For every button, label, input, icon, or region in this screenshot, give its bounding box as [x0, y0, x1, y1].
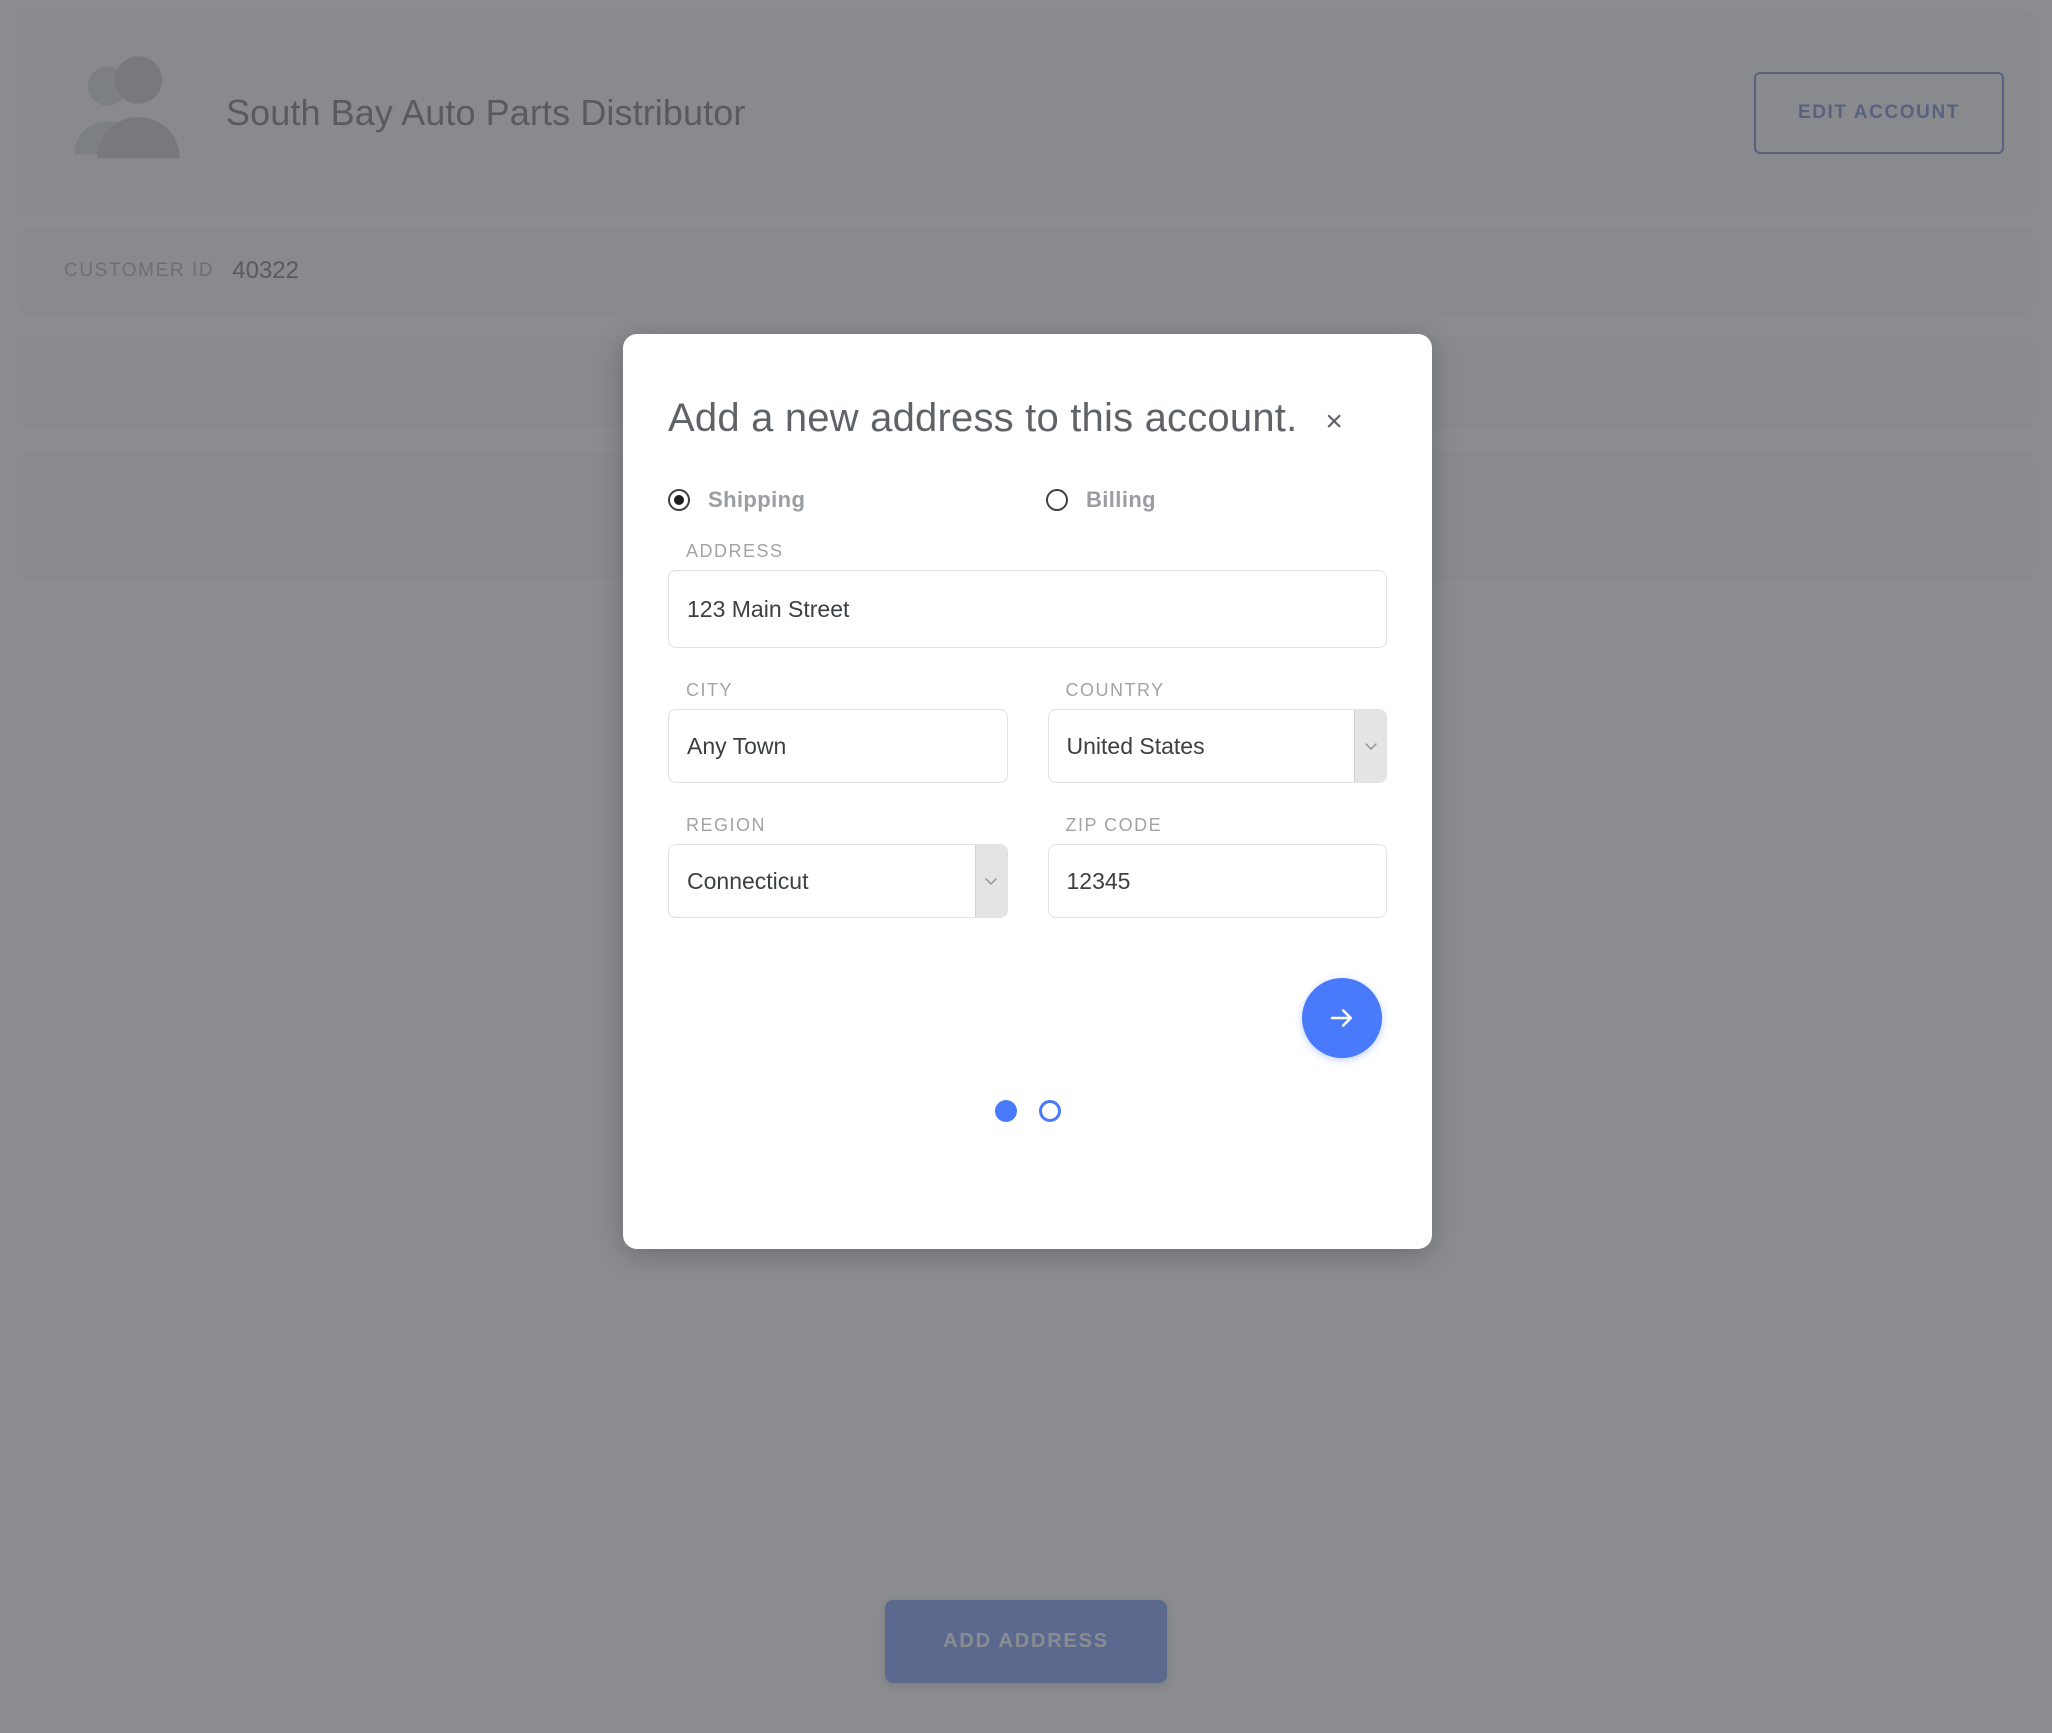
address-label: ADDRESS — [686, 541, 784, 561]
pagination-dot-1[interactable] — [994, 1100, 1017, 1122]
zip-input[interactable] — [1047, 844, 1387, 918]
address-type-radio-group: Shipping Billing — [623, 441, 1432, 513]
radio-shipping-label: Shipping — [708, 487, 806, 512]
region-field-group: REGION Connecticut — [668, 815, 1008, 918]
close-icon[interactable]: × — [1319, 407, 1349, 437]
address-input[interactable] — [668, 570, 1387, 648]
modal-title: Add a new address to this account. — [668, 396, 1298, 440]
city-input[interactable] — [668, 709, 1008, 783]
region-select-value: Connecticut — [687, 867, 809, 894]
arrow-right-icon — [1327, 1003, 1357, 1033]
country-select-wrap: United States — [1047, 709, 1387, 783]
region-select-wrap: Connecticut — [668, 844, 1008, 918]
next-button-row — [623, 918, 1432, 1058]
region-label: REGION — [686, 815, 767, 835]
chevron-down-icon[interactable] — [974, 845, 1007, 917]
modal-header: Add a new address to this account. × — [623, 334, 1432, 441]
chevron-down-icon[interactable] — [1354, 710, 1386, 782]
app-root: South Bay Auto Parts Distributor EDIT AC… — [0, 0, 2052, 1733]
pagination-dot-2[interactable] — [1038, 1100, 1061, 1122]
radio-option-shipping[interactable]: Shipping — [668, 487, 1046, 513]
region-select[interactable]: Connecticut — [668, 844, 1008, 918]
zip-label: ZIP CODE — [1065, 815, 1163, 835]
address-field-group: ADDRESS — [668, 541, 1387, 648]
radio-shipping-indicator[interactable] — [668, 489, 690, 511]
country-select[interactable]: United States — [1047, 709, 1387, 783]
country-select-value: United States — [1066, 732, 1205, 759]
add-address-modal: Add a new address to this account. × Shi… — [623, 334, 1432, 1249]
city-field-group: CITY — [668, 680, 1008, 783]
radio-option-billing[interactable]: Billing — [1046, 487, 1156, 513]
step-pagination — [623, 1058, 1432, 1122]
city-country-row: CITY COUNTRY United States — [668, 680, 1387, 783]
zip-field-group: ZIP CODE — [1047, 815, 1387, 918]
country-label: COUNTRY — [1065, 680, 1165, 700]
city-label: CITY — [686, 680, 734, 700]
next-step-button[interactable] — [1302, 978, 1382, 1058]
country-field-group: COUNTRY United States — [1047, 680, 1387, 783]
region-zip-row: REGION Connecticut ZIP CODE 12345 — [668, 815, 1387, 918]
radio-billing-indicator[interactable] — [1046, 489, 1068, 511]
radio-billing-label: Billing — [1086, 487, 1157, 512]
address-form: ADDRESS CITY COUNTRY United States — [623, 513, 1432, 918]
